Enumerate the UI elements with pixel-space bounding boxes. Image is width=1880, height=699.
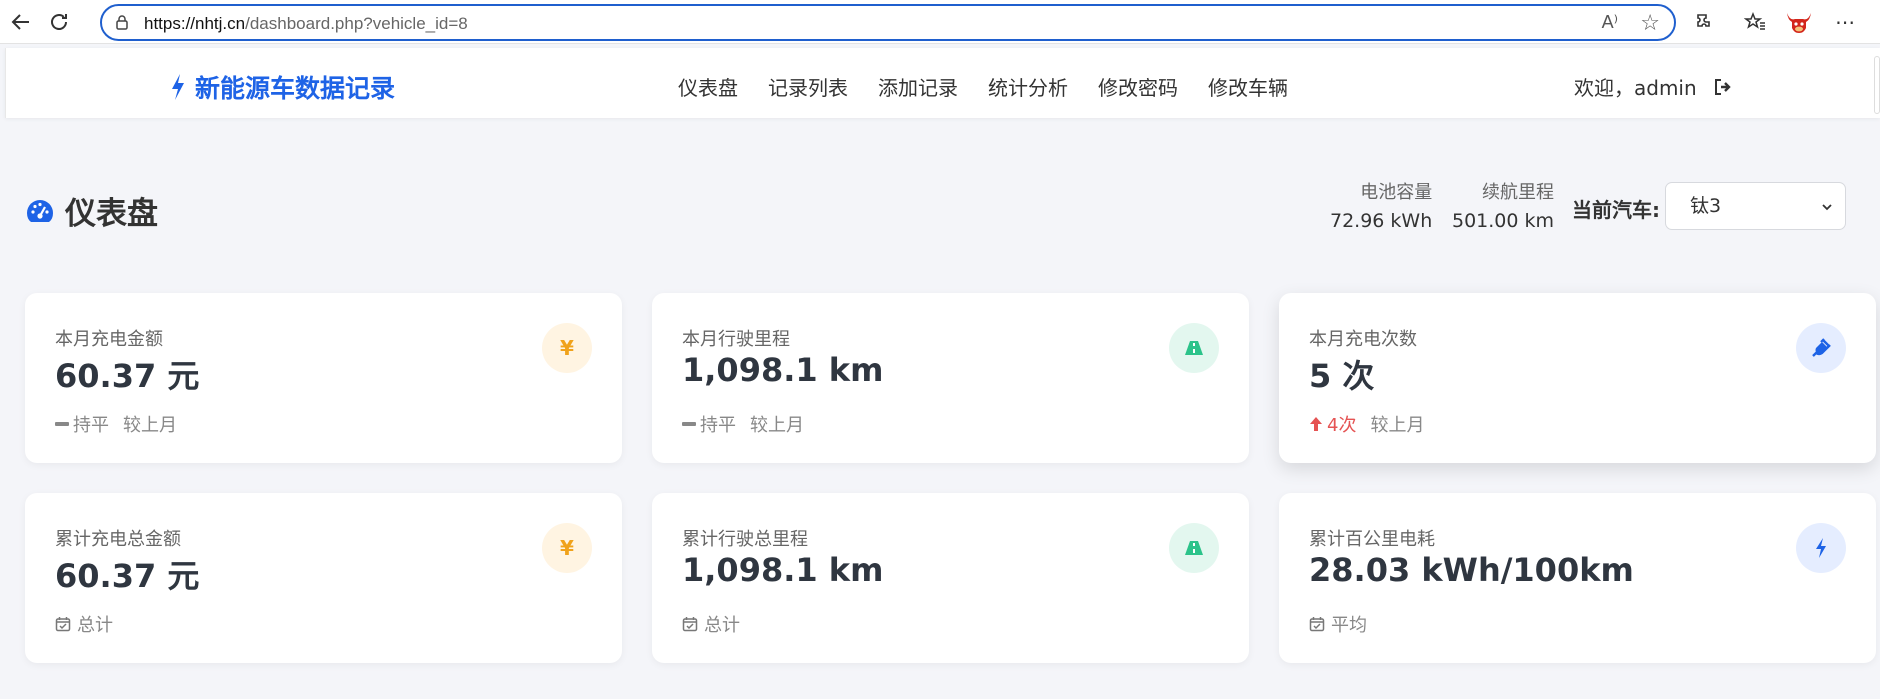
more-menu-icon[interactable]: ⋯ [1830, 8, 1860, 36]
vehicle-selected-value: 钛3 [1690, 195, 1722, 217]
vehicle-select[interactable]: 钛3 [1665, 182, 1846, 230]
card-value: 1,098.1 km [682, 551, 884, 589]
yen-icon: ¥ [542, 523, 592, 573]
card-label: 累计充电总金额 [55, 529, 181, 550]
url-text[interactable]: https://nhtj.cn/dashboard.php?vehicle_id… [144, 14, 468, 34]
bolt-icon [1796, 523, 1846, 573]
welcome-text: 欢迎，admin [1574, 76, 1697, 100]
battery-capacity-label: 电池容量 [1360, 182, 1433, 203]
refresh-icon[interactable] [44, 8, 74, 36]
tachometer-icon [27, 199, 53, 222]
footer-text: 总计 [77, 615, 113, 636]
chevron-down-icon [1822, 204, 1832, 211]
user-area: 欢迎，admin [1574, 72, 1733, 101]
brand-logo[interactable]: 新能源车数据记录 [169, 69, 395, 105]
favorite-star-icon[interactable]: ☆ [1640, 10, 1660, 36]
card-footer: 平均 [1309, 611, 1367, 637]
road-icon [1169, 523, 1219, 573]
card-total-charge-cost: 累计充电总金额 60.37 元 总计 ¥ [25, 493, 622, 663]
trend-flat: 持平 [55, 411, 109, 437]
bolt-icon [172, 74, 184, 100]
lock-icon [116, 15, 128, 30]
card-value: 5 次 [1309, 357, 1375, 395]
browser-toolbar: https://nhtj.cn/dashboard.php?vehicle_id… [0, 0, 1880, 44]
calendar-check-icon [55, 617, 71, 632]
driving-range: 续航里程 501.00 km [1452, 178, 1554, 232]
minus-icon [55, 422, 69, 426]
page-scrollbar[interactable] [1874, 56, 1880, 114]
profile-avatar-icon[interactable] [1784, 8, 1814, 36]
compare-text: 较上月 [750, 415, 804, 436]
nav-change-password[interactable]: 修改密码 [1098, 72, 1178, 101]
trend-flat: 持平 [682, 411, 736, 437]
arrow-up-icon [1310, 417, 1322, 431]
logout-icon[interactable] [1713, 77, 1733, 97]
card-month-mileage: 本月行驶里程 1,098.1 km 持平 较上月 [652, 293, 1249, 463]
card-value: 60.37 元 [55, 557, 200, 595]
road-icon [1169, 323, 1219, 373]
minus-icon [682, 422, 696, 426]
driving-range-value: 501.00 km [1452, 210, 1555, 232]
nav-edit-vehicle[interactable]: 修改车辆 [1208, 72, 1288, 101]
battery-capacity-value: 72.96 kWh [1330, 210, 1433, 232]
page-title: 仪表盘 [25, 188, 158, 233]
compare-text: 较上月 [1370, 415, 1425, 436]
favorites-icon[interactable] [1740, 8, 1770, 36]
card-label: 本月充电金额 [55, 329, 163, 350]
brand-title: 新能源车数据记录 [195, 74, 396, 103]
main-nav: 仪表盘 记录列表 添加记录 统计分析 修改密码 修改车辆 [678, 72, 1318, 101]
card-month-charge-cost: 本月充电金额 60.37 元 持平 较上月 ¥ [25, 293, 622, 463]
card-value: 60.37 元 [55, 357, 200, 395]
driving-range-label: 续航里程 [1482, 182, 1555, 203]
card-label: 累计百公里电耗 [1309, 529, 1435, 550]
footer-text: 总计 [704, 615, 740, 636]
card-footer: 持平 较上月 [55, 411, 177, 437]
nav-dashboard[interactable]: 仪表盘 [678, 72, 738, 101]
trend-up: 4次 [1309, 411, 1356, 437]
card-label: 累计行驶总里程 [682, 529, 808, 550]
card-avg-consumption: 累计百公里电耗 28.03 kWh/100km 平均 [1279, 493, 1876, 663]
battery-capacity: 电池容量 72.96 kWh [1330, 178, 1432, 232]
footer-text: 平均 [1331, 615, 1367, 636]
page-title-text: 仪表盘 [65, 196, 158, 232]
card-value: 28.03 kWh/100km [1309, 551, 1634, 589]
nav-add-record[interactable]: 添加记录 [878, 72, 958, 101]
card-label: 本月充电次数 [1309, 329, 1417, 350]
plug-icon [1796, 323, 1846, 373]
read-aloud-icon[interactable]: A⁾ [1602, 12, 1618, 33]
app-navbar: 新能源车数据记录 仪表盘 记录列表 添加记录 统计分析 修改密码 修改车辆 欢迎… [5, 48, 1880, 118]
card-label: 本月行驶里程 [682, 329, 790, 350]
card-footer: 4次 较上月 [1309, 411, 1424, 437]
yen-icon: ¥ [542, 323, 592, 373]
extensions-icon[interactable] [1690, 8, 1720, 36]
nav-record-list[interactable]: 记录列表 [768, 72, 848, 101]
calendar-check-icon [1309, 617, 1325, 632]
card-value: 1,098.1 km [682, 351, 884, 389]
card-footer: 总计 [682, 611, 740, 637]
back-icon[interactable] [6, 8, 36, 36]
compare-text: 较上月 [123, 415, 177, 436]
card-month-charge-count: 本月充电次数 5 次 4次 较上月 [1279, 293, 1876, 463]
card-footer: 总计 [55, 611, 113, 637]
address-bar[interactable]: https://nhtj.cn/dashboard.php?vehicle_id… [100, 4, 1676, 41]
calendar-check-icon [682, 617, 698, 632]
nav-statistics[interactable]: 统计分析 [988, 72, 1068, 101]
card-total-mileage: 累计行驶总里程 1,098.1 km 总计 [652, 493, 1249, 663]
card-footer: 持平 较上月 [682, 411, 804, 437]
vehicle-select-label: 当前汽车: [1572, 198, 1660, 222]
